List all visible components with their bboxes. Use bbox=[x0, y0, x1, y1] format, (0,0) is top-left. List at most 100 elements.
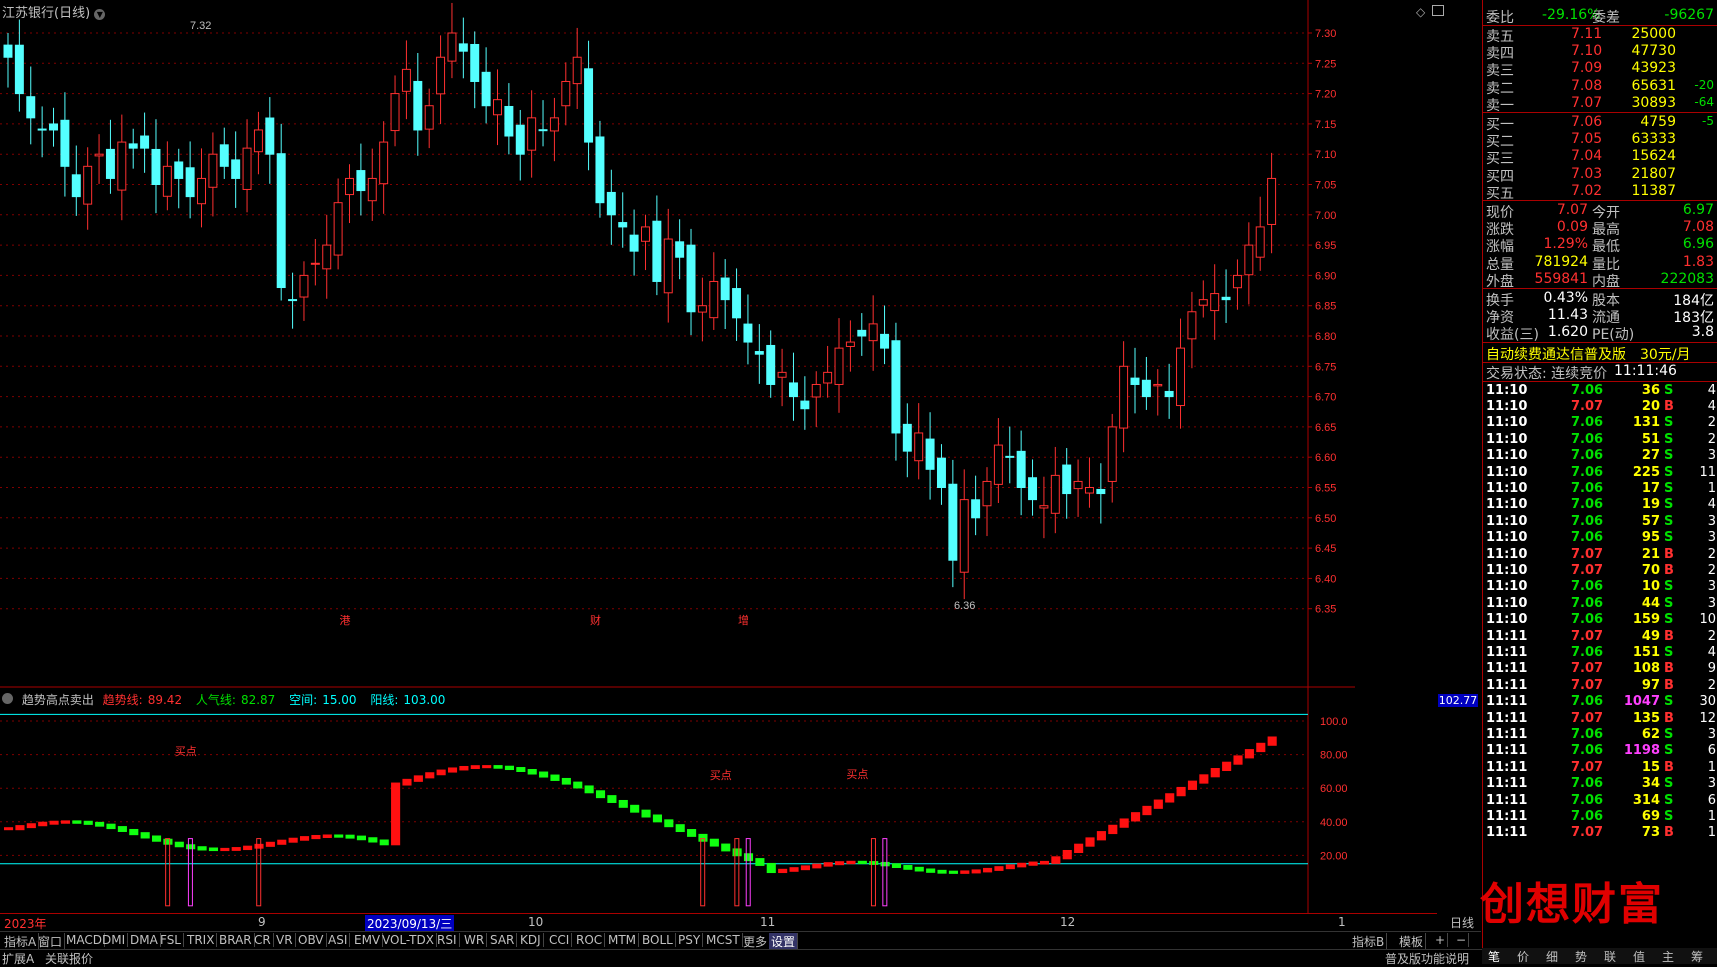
trade-state-time: 11:11:46 bbox=[1614, 362, 1677, 379]
tab-vr[interactable]: VR bbox=[274, 933, 296, 947]
right-tab-3[interactable]: 势 bbox=[1575, 948, 1587, 965]
diamond-icon[interactable]: ◇ bbox=[1416, 5, 1425, 19]
candle bbox=[219, 144, 229, 167]
stat2-value: 3.8 bbox=[1691, 324, 1714, 341]
tab-rsi[interactable]: RSI bbox=[435, 933, 460, 947]
stat-value: 781924 bbox=[1534, 253, 1588, 270]
tab-指标a[interactable]: 指标A bbox=[2, 933, 40, 950]
candle bbox=[743, 323, 753, 343]
trend-bar bbox=[880, 861, 890, 867]
tab-sar[interactable]: SAR bbox=[488, 933, 518, 947]
candle bbox=[538, 129, 548, 132]
tab-dma[interactable]: DMA bbox=[128, 933, 161, 947]
tab-right-1[interactable]: 模板 bbox=[1397, 933, 1427, 950]
tick-side: B bbox=[1664, 546, 1674, 562]
tab-mtm[interactable]: MTM bbox=[606, 933, 640, 947]
sell-2-price: 7.08 bbox=[1571, 77, 1603, 94]
tab-boll[interactable]: BOLL bbox=[640, 933, 676, 947]
promo-price[interactable]: 30元/月 bbox=[1640, 344, 1691, 364]
buy-signal-bar bbox=[882, 838, 888, 907]
tick-side: S bbox=[1664, 743, 1674, 759]
tab-窗口[interactable]: 窗口 bbox=[36, 933, 66, 950]
trend-bar bbox=[413, 775, 423, 782]
candle bbox=[379, 141, 389, 185]
right-tab-6[interactable]: 主 bbox=[1662, 948, 1674, 965]
trend-bar bbox=[539, 771, 549, 778]
right-tab-5[interactable]: 值 bbox=[1633, 948, 1645, 965]
tab-right-0[interactable]: 指标B bbox=[1350, 933, 1388, 950]
tick-time: 11:10 bbox=[1486, 399, 1528, 414]
trend-bar bbox=[618, 799, 628, 808]
candlestick-chart[interactable]: 7.30 7.25 7.20 7.15 7.10 7.05 7.00 6.95 6.90 6.85… bbox=[0, 0, 1355, 688]
tab-cr[interactable]: CR bbox=[252, 933, 274, 947]
tick-price: 7.06 bbox=[1571, 497, 1604, 513]
tab-设置[interactable]: 设置 bbox=[769, 933, 799, 950]
trend-bar bbox=[1028, 861, 1038, 866]
tab-cci[interactable]: CCI bbox=[547, 933, 573, 947]
sell-3-row: 卖三 7.09 43923 bbox=[1486, 60, 1716, 79]
tab-macd[interactable]: MACD bbox=[64, 933, 105, 947]
candle bbox=[1255, 226, 1265, 258]
period-label[interactable]: 日线 bbox=[1450, 914, 1474, 931]
promo-row[interactable]: 自动续费通达信普及版 30元/月 bbox=[1486, 344, 1716, 364]
window-restore-icon[interactable] bbox=[1432, 5, 1444, 16]
tick-price: 7.07 bbox=[1571, 825, 1604, 841]
tick-time: 11:11 bbox=[1486, 759, 1528, 775]
x-label-cursor-date: 2023/09/13/三 bbox=[365, 915, 455, 932]
tab-asi[interactable]: ASI bbox=[326, 933, 351, 947]
tab-right-3[interactable]: − bbox=[1454, 933, 1470, 947]
tick-volume: 57 bbox=[1641, 513, 1660, 529]
tab-dmi[interactable]: DMI bbox=[100, 933, 129, 947]
indicator-chart[interactable]: 买点买点 买点 100.080.0060.0040.0020.00 bbox=[0, 688, 1355, 913]
candle bbox=[527, 117, 537, 151]
tab-wr[interactable]: WR bbox=[462, 933, 488, 947]
candle bbox=[1130, 377, 1140, 385]
tab-fsl[interactable]: FSL bbox=[158, 933, 184, 947]
buy-signal-bar bbox=[256, 838, 262, 907]
price-tick-label: 6.60 bbox=[1315, 452, 1336, 464]
tab-更多[interactable]: 更多 bbox=[741, 933, 771, 950]
related-quote-button[interactable]: 关联报价 bbox=[45, 950, 93, 967]
tab-trix[interactable]: TRIX bbox=[185, 933, 218, 947]
tick-count: 4 bbox=[1707, 382, 1716, 398]
tick-price: 7.06 bbox=[1571, 694, 1604, 710]
edition-info-link[interactable]: 普及版功能说明 bbox=[1385, 950, 1469, 967]
tab-vol-tdx[interactable]: VOL-TDX bbox=[380, 933, 437, 947]
tick-time: 11:10 bbox=[1486, 464, 1528, 480]
tick-price: 7.06 bbox=[1571, 530, 1604, 546]
buy-point-label: 买点 bbox=[710, 769, 732, 782]
trend-bar bbox=[1222, 761, 1232, 772]
promo-text[interactable]: 自动续费通达信普及版 bbox=[1486, 344, 1626, 364]
tick-side: S bbox=[1664, 809, 1674, 824]
right-tab-7[interactable]: 筹 bbox=[1691, 948, 1703, 965]
tab-roc[interactable]: ROC bbox=[574, 933, 606, 947]
right-tab-4[interactable]: 联 bbox=[1604, 948, 1616, 965]
tick-row: 11:10 7.07 20 B 4 bbox=[1486, 399, 1717, 417]
tick-count: 2 bbox=[1707, 677, 1716, 693]
tab-right-2[interactable]: + bbox=[1433, 933, 1449, 947]
tick-volume: 15 bbox=[1641, 759, 1660, 775]
tab-mcst[interactable]: MCST bbox=[704, 933, 743, 947]
tab-emv[interactable]: EMV bbox=[352, 933, 384, 947]
candle bbox=[1062, 464, 1072, 495]
trend-bar bbox=[1017, 862, 1027, 868]
tab-psy[interactable]: PSY bbox=[676, 933, 704, 947]
trend-bar bbox=[1233, 755, 1243, 765]
candle bbox=[675, 241, 685, 258]
tick-volume: 34 bbox=[1641, 776, 1660, 792]
right-tab-1[interactable]: 价 bbox=[1517, 948, 1529, 965]
stat-value: 1.29% bbox=[1543, 236, 1588, 253]
trend-bar bbox=[1199, 774, 1209, 784]
tick-count: 3 bbox=[1707, 776, 1716, 792]
right-tab-2[interactable]: 细 bbox=[1546, 948, 1558, 965]
tab-obv[interactable]: OBV bbox=[296, 933, 327, 947]
event-markers: 7.32 6.36 港 财 增 bbox=[190, 20, 975, 627]
right-tab-0[interactable]: 笔 bbox=[1488, 948, 1500, 965]
tab-kdj[interactable]: KDJ bbox=[518, 933, 544, 947]
tab-brar[interactable]: BRAR bbox=[217, 933, 255, 947]
expand-a-button[interactable]: 扩展A bbox=[2, 950, 34, 967]
x-label-nov: 11 bbox=[760, 915, 776, 929]
event-marker: 港 bbox=[340, 614, 351, 627]
candle bbox=[1039, 505, 1049, 509]
tick-count: 4 bbox=[1707, 497, 1716, 513]
